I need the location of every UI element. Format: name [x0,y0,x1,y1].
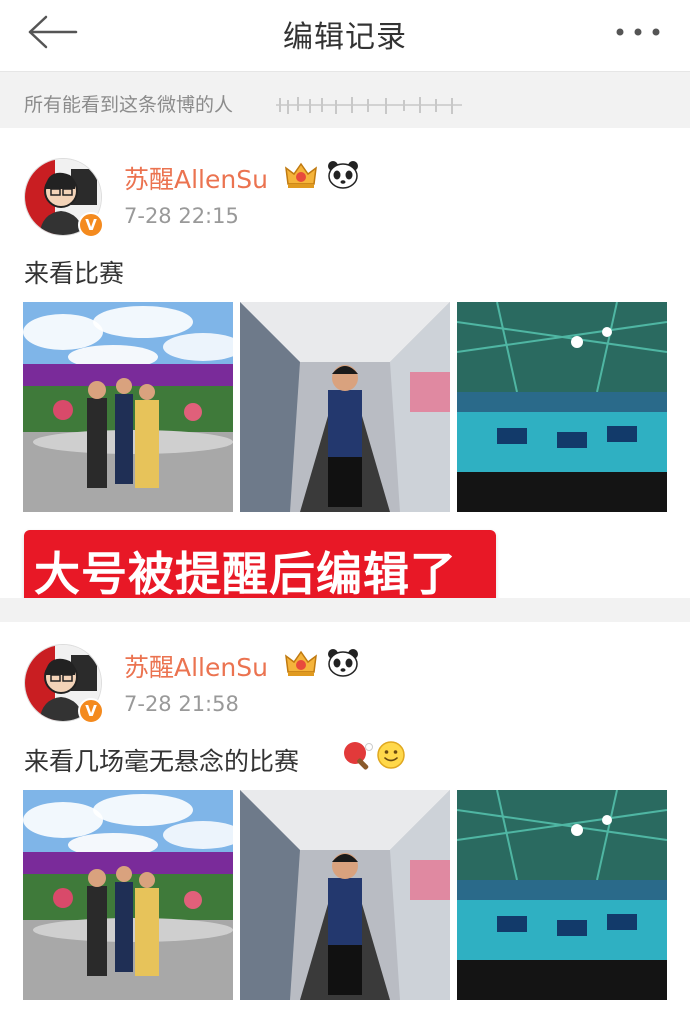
photo-outdoor-group[interactable] [23,790,233,1000]
crown-badge-icon [285,162,317,188]
post-text: 来看比赛 [24,259,125,288]
post-text: 来看几场毫无悬念的比赛 [24,747,300,776]
photo-escalator-portrait[interactable] [240,302,450,512]
crown-badge-icon [285,650,317,676]
post-time: 7-28 21:58 [124,692,239,716]
visibility-text: 所有能看到这条微博的人 [24,94,234,116]
post-card-original: V 苏醒AllenSu 7-28 21:58 来看几场毫无悬念的比赛 [0,622,690,1012]
panda-icon [328,161,358,189]
photo-outdoor-group[interactable] [23,302,233,512]
post-time: 7-28 22:15 [124,204,239,228]
photo-arena-panorama[interactable] [457,790,667,1000]
post-divider [0,598,690,622]
verified-badge: V [78,212,104,238]
photo-escalator-portrait[interactable] [240,790,450,1000]
username[interactable]: 苏醒AllenSu [124,160,268,196]
redaction-scribble [276,97,462,114]
more-dots-icon [616,28,660,36]
verified-badge: V [78,698,104,724]
photo-arena-panorama[interactable] [457,302,667,512]
panda-icon [328,649,358,677]
ping-pong-icon [344,742,373,770]
page-title: 编辑记录 [283,20,407,55]
smile-icon [377,741,405,769]
nav-header: 编辑记录 [0,0,690,72]
more-button[interactable] [614,22,664,42]
username[interactable]: 苏醒AllenSu [124,648,268,684]
